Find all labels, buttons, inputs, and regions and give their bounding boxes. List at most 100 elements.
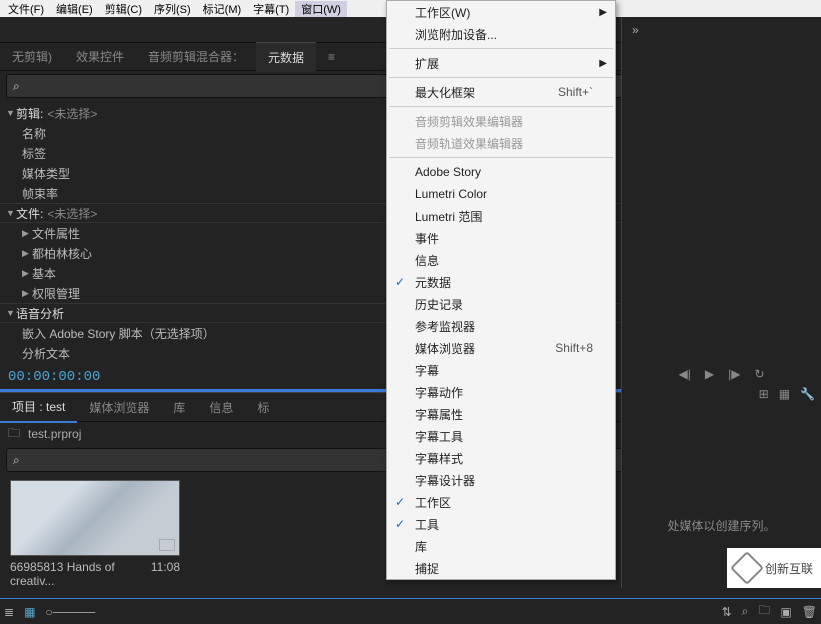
menu-item-label: Adobe Story (415, 165, 481, 179)
menu-item[interactable]: 工作区(W) ▶ (387, 1, 615, 23)
section-label: 文件: (16, 205, 43, 222)
menu-item-label: 浏览附加设备... (415, 26, 497, 43)
icon-view-icon[interactable]: ▦ (24, 605, 35, 619)
export-frame-icon[interactable]: ⊞ (759, 387, 769, 401)
folder-icon: 🗀 (8, 424, 20, 445)
section-label: 语音分析 (16, 305, 64, 322)
menu-item-label: 字幕属性 (415, 406, 463, 423)
zoom-slider[interactable]: ○───── (45, 605, 95, 619)
menu-item-label: 参考监视器 (415, 318, 475, 335)
menu-clip[interactable]: 剪辑(C) (99, 1, 148, 17)
drop-media-hint: 处媒体以创建序列。 (622, 517, 821, 534)
clip-name: 66985813 Hands of creativ... (10, 560, 151, 588)
menu-sequence[interactable]: 序列(S) (148, 1, 197, 17)
menu-item-label: 字幕 (415, 362, 439, 379)
clip-type-icon (159, 539, 175, 551)
menu-item[interactable]: 信息 (387, 249, 615, 271)
menu-item[interactable]: ✓工具 (387, 513, 615, 535)
menu-item[interactable]: 最大化框架Shift+` (387, 81, 615, 103)
loop-icon[interactable]: ↻ (754, 367, 764, 381)
menu-window[interactable]: 窗口(W) (295, 1, 347, 17)
menu-item[interactable]: 事件 (387, 227, 615, 249)
tab-info[interactable]: 信息 (197, 393, 245, 422)
menu-item[interactable]: 字幕工具 (387, 425, 615, 447)
menu-item: 音频剪辑效果编辑器 (387, 110, 615, 132)
section-value: <未选择> (47, 105, 97, 122)
menu-item-label: 工作区(W) (415, 4, 470, 21)
menu-item[interactable]: ✓元数据 (387, 271, 615, 293)
menu-separator (389, 77, 613, 78)
menu-item[interactable]: ✓工作区 (387, 491, 615, 513)
menu-item[interactable]: 字幕 (387, 359, 615, 381)
check-icon: ✓ (395, 495, 405, 509)
menu-item[interactable]: 字幕动作 (387, 381, 615, 403)
menu-item[interactable]: 参考监视器 (387, 315, 615, 337)
search-icon: ⌕ (13, 79, 20, 94)
sort-icon[interactable]: ⇅ (722, 605, 732, 619)
panel-menu-icon[interactable]: ≡ (316, 44, 347, 70)
tab-markers[interactable]: 标 (245, 393, 281, 422)
find-icon[interactable]: ⌕ (742, 604, 749, 619)
transport-controls: ◀| ▶ |▶ ↻ (622, 367, 821, 381)
menu-item-label: 事件 (415, 230, 439, 247)
menu-item-label: 扩展 (415, 55, 439, 72)
clip-duration: 11:08 (151, 560, 180, 588)
delete-icon[interactable]: 🗑 (802, 605, 817, 619)
menu-item[interactable]: 字幕样式 (387, 447, 615, 469)
menu-edit[interactable]: 编辑(E) (50, 1, 99, 17)
menu-item-label: 字幕样式 (415, 450, 463, 467)
program-monitor-area: » ◀| ▶ |▶ ↻ ⊞ ▦ 🔧 处媒体以创建序列。 (621, 17, 821, 588)
menu-marker[interactable]: 标记(M) (197, 1, 248, 17)
tab-media-browser[interactable]: 媒体浏览器 (77, 393, 161, 422)
clip-thumbnail[interactable] (10, 480, 180, 556)
project-filename: test.prproj (28, 427, 81, 441)
next-frame-icon[interactable]: |▶ (728, 367, 740, 381)
menu-item[interactable]: Adobe Story (387, 161, 615, 183)
menu-item-label: 库 (415, 538, 427, 555)
menu-item[interactable]: 捕捉 (387, 557, 615, 579)
menu-item: 音频轨道效果编辑器 (387, 132, 615, 154)
right-chevron[interactable]: » (622, 17, 821, 43)
menu-item[interactable]: 浏览附加设备... (387, 23, 615, 45)
menu-item-label: 音频剪辑效果编辑器 (415, 113, 523, 130)
menu-item[interactable]: 历史记录 (387, 293, 615, 315)
menu-item[interactable]: Lumetri Color (387, 183, 615, 205)
menu-item[interactable]: 扩展 ▶ (387, 52, 615, 74)
new-bin-icon[interactable]: 🗀 (758, 601, 770, 622)
tab-metadata[interactable]: 元数据 (256, 42, 316, 72)
window-menu-dropdown: 工作区(W) ▶ 浏览附加设备... 扩展 ▶ 最大化框架Shift+` 音频剪辑效果编辑器… (386, 0, 616, 580)
menu-item-label: 字幕动作 (415, 384, 463, 401)
menu-item-label: 历史记录 (415, 296, 463, 313)
chevron-down-icon: ▼ (6, 108, 16, 118)
settings-icon[interactable]: ▦ (779, 387, 790, 401)
wrench-icon[interactable]: 🔧 (800, 387, 815, 401)
chevron-down-icon: ▼ (6, 208, 16, 218)
menu-item-label: 信息 (415, 252, 439, 269)
watermark: 创新互联 (727, 548, 821, 588)
prev-frame-icon[interactable]: ◀| (678, 367, 690, 381)
menu-file[interactable]: 文件(F) (2, 1, 50, 17)
search-icon: ⌕ (13, 453, 20, 468)
tab-effect-controls[interactable]: 效果控件 (64, 42, 136, 71)
submenu-arrow-icon: ▶ (599, 58, 607, 69)
menu-item[interactable]: 媒体浏览器Shift+8 (387, 337, 615, 359)
menu-item[interactable]: 字幕属性 (387, 403, 615, 425)
new-item-icon[interactable]: ▣ (780, 605, 791, 619)
tab-no-clip[interactable]: 无剪辑) (0, 42, 64, 71)
menu-item-label: 最大化框架 (415, 84, 475, 101)
menu-separator (389, 48, 613, 49)
clip-row[interactable]: 66985813 Hands of creativ... 11:08 (10, 556, 180, 592)
tab-library[interactable]: 库 (161, 393, 197, 422)
menu-title[interactable]: 字幕(T) (247, 1, 295, 17)
menu-item[interactable]: 库 (387, 535, 615, 557)
menu-item-label: 字幕设计器 (415, 472, 475, 489)
submenu-arrow-icon: ▶ (599, 7, 607, 18)
list-view-icon[interactable]: ≣ (4, 605, 14, 619)
play-icon[interactable]: ▶ (705, 367, 714, 381)
tab-project[interactable]: 项目 : test (0, 392, 77, 423)
menu-separator (389, 157, 613, 158)
menu-item[interactable]: 字幕设计器 (387, 469, 615, 491)
tab-audio-mixer[interactable]: 音频剪辑混合器： (136, 42, 256, 71)
menu-item-label: Lumetri Color (415, 187, 487, 201)
menu-item[interactable]: Lumetri 范围 (387, 205, 615, 227)
